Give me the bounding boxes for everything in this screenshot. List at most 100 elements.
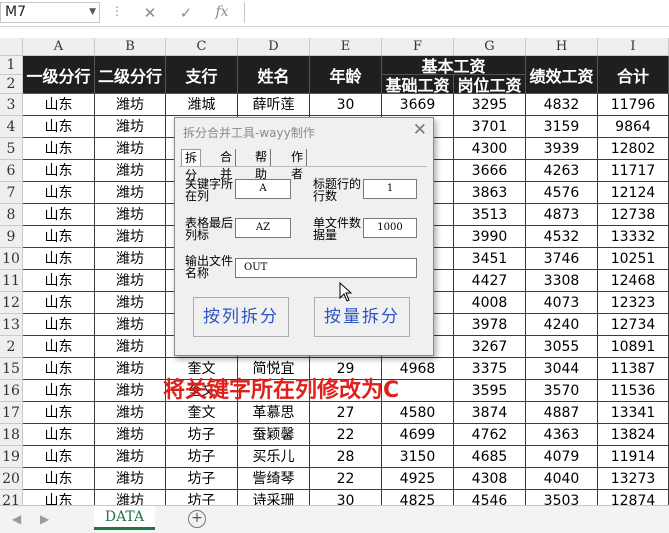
- table-cell[interactable]: 3595: [454, 380, 526, 402]
- table-cell[interactable]: 22: [310, 424, 382, 446]
- column-header[interactable]: H: [526, 38, 598, 56]
- table-cell[interactable]: 4363: [526, 424, 598, 446]
- select-all-corner[interactable]: [0, 38, 23, 56]
- row-header[interactable]: 10: [0, 248, 23, 270]
- per-file-rows-input[interactable]: 1000: [363, 218, 417, 238]
- tab-merge[interactable]: 合并: [217, 149, 237, 181]
- split-by-quantity-button[interactable]: 按量拆分: [314, 297, 410, 337]
- column-header[interactable]: E: [310, 38, 382, 56]
- table-cell[interactable]: 13341: [598, 402, 669, 424]
- table-cell[interactable]: 山东: [23, 116, 95, 138]
- table-cell[interactable]: 12738: [598, 204, 669, 226]
- close-icon[interactable]: ✕: [413, 120, 427, 140]
- table-cell[interactable]: 山东: [23, 336, 95, 358]
- table-cell[interactable]: 4762: [454, 424, 526, 446]
- table-cell[interactable]: 3150: [382, 446, 454, 468]
- table-cell[interactable]: 山东: [23, 314, 95, 336]
- add-sheet-icon[interactable]: +: [188, 510, 206, 528]
- table-cell[interactable]: 3375: [454, 358, 526, 380]
- row-header[interactable]: 2: [0, 336, 23, 358]
- column-header[interactable]: C: [166, 38, 238, 56]
- table-cell[interactable]: 3666: [454, 160, 526, 182]
- table-cell[interactable]: 12124: [598, 182, 669, 204]
- table-cell[interactable]: 11387: [598, 358, 669, 380]
- table-cell[interactable]: 4240: [526, 314, 598, 336]
- row-header[interactable]: 11: [0, 270, 23, 292]
- title-rows-input[interactable]: 1: [363, 179, 417, 199]
- table-cell[interactable]: 山东: [23, 468, 95, 490]
- table-cell[interactable]: 潍坊: [95, 138, 166, 160]
- table-cell[interactable]: 3308: [526, 270, 598, 292]
- row-header[interactable]: 8: [0, 204, 23, 226]
- table-cell[interactable]: 12734: [598, 314, 669, 336]
- table-cell[interactable]: 山东: [23, 204, 95, 226]
- table-cell[interactable]: 9864: [598, 116, 669, 138]
- table-cell[interactable]: 3990: [454, 226, 526, 248]
- table-cell[interactable]: 3159: [526, 116, 598, 138]
- column-header[interactable]: I: [598, 38, 669, 56]
- table-cell[interactable]: 山东: [23, 138, 95, 160]
- table-cell[interactable]: 11796: [598, 94, 669, 116]
- table-cell[interactable]: 4576: [526, 182, 598, 204]
- table-cell[interactable]: 3978: [454, 314, 526, 336]
- table-cell[interactable]: 27: [310, 402, 382, 424]
- table-cell[interactable]: 潍坊: [95, 336, 166, 358]
- name-box[interactable]: M7 ▼: [0, 2, 100, 23]
- more-options-icon[interactable]: ⋮: [106, 4, 128, 18]
- table-cell[interactable]: 山东: [23, 270, 95, 292]
- row-header[interactable]: 18: [0, 424, 23, 446]
- tab-split[interactable]: 拆分: [181, 149, 202, 182]
- table-cell[interactable]: 潍坊: [95, 204, 166, 226]
- table-cell[interactable]: 潍坊: [95, 248, 166, 270]
- table-cell[interactable]: 潍坊: [95, 380, 166, 402]
- table-cell[interactable]: 28: [310, 446, 382, 468]
- cancel-icon[interactable]: ✕: [139, 4, 161, 22]
- row-header[interactable]: 19: [0, 446, 23, 468]
- table-cell[interactable]: 潍坊: [95, 292, 166, 314]
- row-header[interactable]: 16: [0, 380, 23, 402]
- table-cell[interactable]: 3863: [454, 182, 526, 204]
- table-cell[interactable]: 潍坊: [95, 424, 166, 446]
- table-cell[interactable]: 山东: [23, 182, 95, 204]
- table-cell[interactable]: 13273: [598, 468, 669, 490]
- table-cell[interactable]: 4685: [454, 446, 526, 468]
- row-header[interactable]: 5: [0, 138, 23, 160]
- row-header[interactable]: 20: [0, 468, 23, 490]
- table-cell[interactable]: 3746: [526, 248, 598, 270]
- table-cell[interactable]: 4887: [526, 402, 598, 424]
- split-by-column-button[interactable]: 按列拆分: [193, 297, 289, 337]
- row-header[interactable]: 12: [0, 292, 23, 314]
- row-header[interactable]: 3: [0, 94, 23, 116]
- table-cell[interactable]: 4925: [382, 468, 454, 490]
- table-cell[interactable]: 4580: [382, 402, 454, 424]
- table-cell[interactable]: 潍城: [166, 94, 238, 116]
- table-cell[interactable]: 4832: [526, 94, 598, 116]
- column-header[interactable]: D: [238, 38, 310, 56]
- table-cell[interactable]: 4532: [526, 226, 598, 248]
- table-cell[interactable]: 4308: [454, 468, 526, 490]
- table-cell[interactable]: 山东: [23, 446, 95, 468]
- table-cell[interactable]: 3055: [526, 336, 598, 358]
- table-cell[interactable]: 3267: [454, 336, 526, 358]
- row-header[interactable]: 6: [0, 160, 23, 182]
- output-name-input[interactable]: OUT: [235, 258, 417, 278]
- table-cell[interactable]: 潍坊: [95, 182, 166, 204]
- table-cell[interactable]: 山东: [23, 402, 95, 424]
- table-cell[interactable]: 山东: [23, 160, 95, 182]
- table-cell[interactable]: 4873: [526, 204, 598, 226]
- last-column-input[interactable]: AZ: [235, 218, 291, 238]
- table-cell[interactable]: 奎文: [166, 402, 238, 424]
- tab-help[interactable]: 帮助: [252, 149, 272, 181]
- table-cell[interactable]: 3451: [454, 248, 526, 270]
- table-cell[interactable]: 山东: [23, 94, 95, 116]
- table-cell[interactable]: 4300: [454, 138, 526, 160]
- column-header[interactable]: A: [23, 38, 95, 56]
- table-cell[interactable]: 12323: [598, 292, 669, 314]
- table-cell[interactable]: 3044: [526, 358, 598, 380]
- table-cell[interactable]: 潍坊: [95, 468, 166, 490]
- row-header[interactable]: 9: [0, 226, 23, 248]
- table-cell[interactable]: 潍坊: [95, 160, 166, 182]
- table-cell[interactable]: 山东: [23, 226, 95, 248]
- table-cell[interactable]: 3874: [454, 402, 526, 424]
- row-header[interactable]: 7: [0, 182, 23, 204]
